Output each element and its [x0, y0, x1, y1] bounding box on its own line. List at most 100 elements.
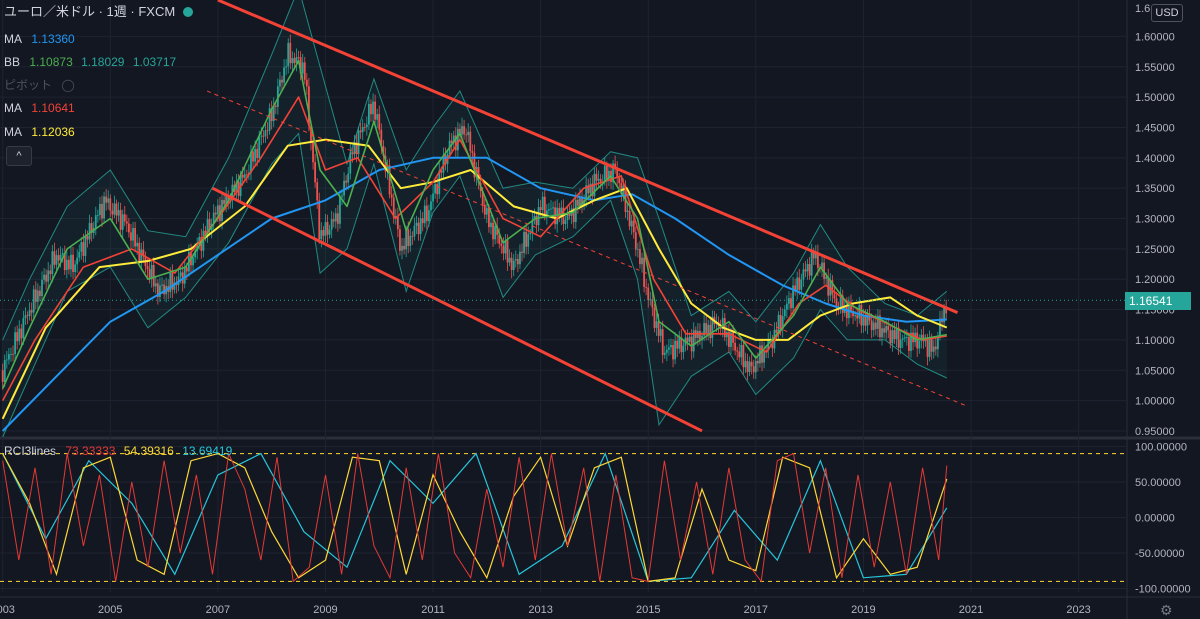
candle-body — [264, 130, 267, 137]
candle-body — [432, 193, 434, 202]
rci-tick-label: 50.00000 — [1135, 477, 1181, 489]
currency-button[interactable]: USD — [1151, 4, 1183, 22]
candle-body — [328, 229, 331, 235]
candle-body — [887, 326, 890, 331]
candle-body — [471, 151, 474, 153]
candle-body — [928, 338, 931, 357]
candle-body — [488, 208, 490, 228]
candle-body — [390, 194, 393, 198]
candle-body — [152, 265, 155, 287]
legend-bollinger[interactable]: BB 1.10873 1.18029 1.03717 — [4, 55, 181, 69]
candle-body — [740, 344, 743, 358]
candle-body — [18, 328, 21, 342]
candle-body — [30, 310, 33, 313]
price-tick-label: 1.10000 — [1135, 335, 1175, 347]
candle-body — [568, 213, 571, 216]
price-tick-label: 1.45000 — [1135, 122, 1175, 134]
candle-body — [885, 326, 888, 333]
candle-body — [881, 328, 883, 338]
candle-body — [214, 212, 217, 215]
candle-body — [682, 345, 685, 353]
legend-ma-yellow-label: MA — [4, 125, 22, 139]
candle-body — [893, 330, 896, 340]
candle-body — [808, 264, 811, 276]
settings-gear-icon[interactable]: ⚙ — [1160, 602, 1173, 619]
candle-body — [556, 207, 559, 225]
candle-body — [539, 207, 542, 211]
candle-body — [806, 264, 809, 272]
candle-body — [254, 148, 257, 162]
candle-body — [332, 219, 335, 222]
candle-body — [436, 184, 439, 195]
price-tick-label: 0.95000 — [1135, 426, 1175, 438]
legend-bb-basis: 1.10873 — [29, 55, 73, 69]
candle-body — [403, 245, 405, 250]
candle-body — [705, 323, 708, 333]
candle-body — [134, 228, 137, 247]
rci-tick-label: 0.00000 — [1135, 513, 1175, 525]
candle-body — [169, 272, 172, 292]
candle-body — [543, 196, 546, 217]
candle-body — [154, 283, 157, 287]
candle-body — [297, 57, 300, 58]
candle-body — [699, 330, 701, 341]
candle-body — [119, 210, 122, 230]
legend-ma-yellow[interactable]: MA 1.12036 — [4, 125, 80, 139]
candle-body — [111, 210, 114, 215]
legend-ma-red[interactable]: MA 1.10641 — [4, 101, 80, 115]
candle-body — [274, 105, 277, 107]
candle-body — [421, 218, 424, 224]
candle-body — [283, 67, 285, 83]
candle-body — [634, 232, 637, 250]
candle-body — [101, 203, 103, 219]
candle-body — [24, 315, 27, 319]
candle-body — [419, 218, 422, 235]
candle-body — [109, 198, 112, 211]
candle-body — [618, 177, 621, 184]
candle-body — [39, 290, 41, 297]
candle-body — [316, 182, 319, 201]
candle-body — [903, 337, 906, 339]
candle-body — [349, 152, 352, 174]
candle-body — [649, 299, 652, 301]
candle-body — [7, 354, 10, 360]
candle-body — [70, 254, 72, 270]
candle-body — [738, 351, 741, 358]
candle-body — [456, 128, 459, 151]
candle-body — [291, 58, 294, 64]
candle-body — [825, 276, 828, 279]
candle-body — [49, 270, 52, 275]
legend-pivot[interactable]: ピボット ◯ — [4, 78, 75, 92]
legend-ma-red-value: 1.10641 — [31, 101, 75, 115]
candle-body — [754, 360, 757, 373]
candle-body — [409, 235, 412, 246]
price-tick-label: 1.55000 — [1135, 62, 1175, 74]
candle-body — [258, 136, 261, 158]
candle-body — [16, 332, 19, 342]
candle-body — [285, 66, 288, 68]
candle-body — [490, 222, 492, 228]
candle-body — [76, 257, 79, 265]
candle-body — [430, 201, 432, 211]
eye-hidden-icon[interactable]: ◯ — [61, 78, 74, 92]
candle-body — [318, 200, 321, 240]
candle-body — [423, 205, 426, 224]
candle-body — [428, 210, 430, 222]
candle-body — [32, 289, 35, 313]
candle-body — [905, 337, 908, 338]
chart-canvas[interactable]: 2003 2005 2007 2009 2011 2013 2015 2017 2019 2021… — [0, 0, 1200, 619]
time-tick-label: 2013 — [528, 604, 552, 616]
legend-ma-blue[interactable]: MA 1.13360 — [4, 32, 80, 46]
candle-body — [862, 316, 865, 326]
time-tick-label: 2007 — [206, 604, 230, 616]
candle-body — [45, 274, 48, 282]
candle-body — [502, 245, 505, 254]
candle-body — [854, 315, 857, 317]
legend-rci[interactable]: RCI3lines 73.33333 54.39316 13.69419 — [4, 444, 232, 458]
candle-body — [330, 219, 333, 230]
candle-body — [326, 222, 329, 235]
collapse-legend-button[interactable]: ^ — [6, 146, 32, 166]
candle-body — [874, 322, 877, 329]
candle-body — [810, 252, 813, 276]
symbol-title: ユーロ／米ドル · 1週 · FXCM — [4, 5, 194, 19]
